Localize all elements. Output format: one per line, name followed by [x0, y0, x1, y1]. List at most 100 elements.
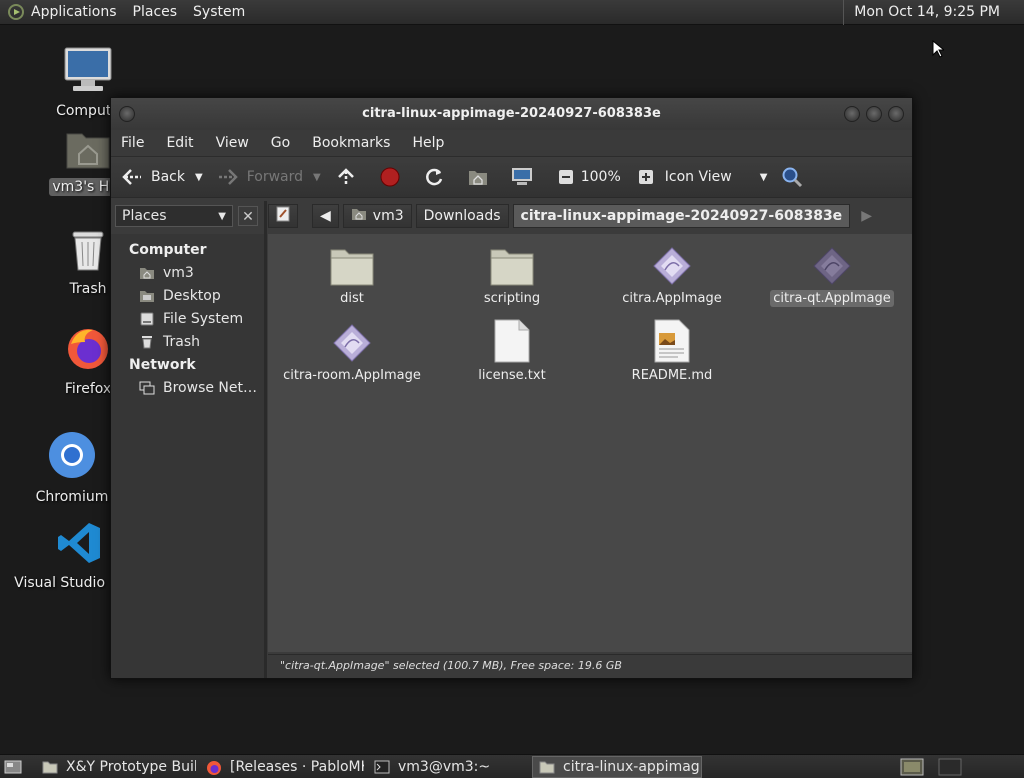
file-name: citra.AppImage	[622, 291, 722, 306]
clock[interactable]: Mon Oct 14, 9:25 PM	[843, 0, 1000, 25]
maximize-button[interactable]	[866, 106, 882, 122]
taskbar-button-firefox[interactable]: [Releases · PabloMK…	[200, 756, 364, 778]
close-button[interactable]	[888, 106, 904, 122]
file-name: citra-room.AppImage	[283, 368, 421, 383]
forward-history-dropdown-icon[interactable]: ▼	[313, 172, 321, 183]
reload-button[interactable]	[423, 166, 453, 188]
home-icon	[351, 207, 367, 225]
firefox-icon	[206, 760, 222, 775]
sidebar-header: Places ▼ ✕	[111, 201, 264, 231]
appimage-icon	[752, 242, 912, 286]
menu-edit[interactable]: Edit	[166, 135, 193, 151]
file-item[interactable]: license.txt	[432, 319, 592, 384]
zoom-level: 100%	[580, 169, 621, 185]
menu-go[interactable]: Go	[271, 135, 290, 151]
path-scroll-left-button[interactable]: ◀	[312, 204, 339, 228]
sidebar-item-vm3[interactable]: vm3	[111, 261, 264, 284]
desktop-icon-chromium[interactable]: Chromium	[22, 430, 122, 506]
sidebar-splitter[interactable]	[264, 201, 267, 678]
mouse-pointer-icon	[932, 39, 946, 62]
folder-icon	[42, 760, 58, 774]
path-segment-label: Downloads	[423, 208, 501, 224]
sidebar-item-label: Browse Net…	[163, 379, 258, 396]
menu-file[interactable]: File	[121, 135, 144, 151]
zoom-out-button[interactable]: 100%	[555, 166, 621, 188]
file-item[interactable]: citra.AppImage	[592, 242, 752, 307]
status-bar: "citra-qt.AppImage" selected (100.7 MB),…	[268, 654, 912, 678]
sidebar-item-trash[interactable]: Trash	[111, 330, 264, 353]
stop-button[interactable]	[379, 166, 409, 188]
chromium-icon	[22, 430, 122, 484]
file-item[interactable]: README.md	[592, 319, 752, 384]
edit-location-icon	[276, 206, 290, 226]
workspace-switcher-inactive[interactable]	[938, 758, 962, 778]
sidebar-item-browse-network[interactable]: Browse Net…	[111, 376, 264, 399]
location-toggle-button[interactable]	[268, 204, 298, 228]
chevron-right-icon: ▶	[861, 208, 872, 224]
zoom-in-icon	[635, 166, 657, 188]
view-mode-select[interactable]: Icon View ▼	[665, 169, 768, 185]
menu-bookmarks[interactable]: Bookmarks	[312, 135, 390, 151]
home-button[interactable]	[467, 166, 497, 188]
sidebar-item-label: vm3	[163, 264, 194, 281]
system-menu-label: System	[193, 4, 246, 20]
forward-button[interactable]: Forward ▼	[217, 166, 321, 188]
places-menu[interactable]: Places	[125, 0, 186, 25]
file-item[interactable]: dist	[272, 242, 432, 307]
computer-button[interactable]	[511, 166, 541, 188]
search-button[interactable]	[781, 166, 811, 188]
file-item[interactable]: citra-room.AppImage	[272, 319, 432, 384]
sidebar-item-file-system[interactable]: File System	[111, 307, 264, 330]
toolbar: Back ▼ Forward ▼ 100% Icon View ▼	[111, 156, 912, 198]
file-item-selected[interactable]: citra-qt.AppImage	[752, 242, 912, 307]
file-manager-window: citra-linux-appimage-20240927-608383e Fi…	[110, 97, 913, 679]
path-segment-vm3[interactable]: vm3	[342, 204, 412, 228]
window-menu-button[interactable]	[119, 106, 135, 122]
system-menu[interactable]: System	[185, 0, 253, 25]
workspace-switcher[interactable]	[900, 758, 924, 778]
computer-icon	[38, 46, 138, 98]
window-title: citra-linux-appimage-20240927-608383e	[362, 106, 661, 121]
file-item[interactable]: scripting	[432, 242, 592, 307]
taskbar-button-file-manager[interactable]: citra-linux-appimag…	[532, 755, 702, 778]
file-name: dist	[340, 291, 364, 306]
back-label: Back	[151, 169, 185, 185]
computer-icon	[511, 166, 533, 188]
zoom-in-button[interactable]	[635, 166, 661, 188]
desktop-icon-label: Chromium	[35, 489, 109, 505]
path-segment-current[interactable]: citra-linux-appimage-20240927-608383e	[512, 204, 851, 228]
taskbar-button-terminal[interactable]: vm3@vm3:~	[368, 756, 528, 778]
applications-menu[interactable]: Applications	[0, 0, 125, 25]
taskbar-button-xy-builds[interactable]: X&Y Prototype Builds	[36, 756, 196, 778]
sidebar-type-select[interactable]: Places ▼	[115, 205, 233, 227]
sidebar-item-desktop[interactable]: Desktop	[111, 284, 264, 307]
taskbar-button-label: citra-linux-appimag…	[563, 758, 702, 775]
window-titlebar[interactable]: citra-linux-appimage-20240927-608383e	[111, 98, 912, 130]
path-segment-label: citra-linux-appimage-20240927-608383e	[520, 208, 843, 224]
zoom-out-icon	[555, 166, 577, 188]
back-button[interactable]: Back ▼	[121, 166, 203, 188]
minimize-button[interactable]	[844, 106, 860, 122]
file-name: scripting	[483, 291, 541, 306]
menu-help[interactable]: Help	[412, 135, 444, 151]
network-icon	[139, 381, 155, 395]
sidebar-close-button[interactable]: ✕	[238, 206, 258, 226]
file-icon-view[interactable]: dist scripting citra.AppImage citra-qt.A…	[268, 234, 912, 652]
show-desktop-icon	[4, 760, 22, 774]
folder-icon	[272, 242, 432, 286]
sidebar-item-label: Desktop	[163, 287, 221, 304]
menu-view[interactable]: View	[216, 135, 249, 151]
taskbar-button-label: vm3@vm3:~	[398, 758, 491, 775]
terminal-icon	[374, 760, 390, 774]
file-name: license.txt	[478, 368, 546, 383]
show-desktop-button[interactable]	[0, 756, 32, 778]
back-history-dropdown-icon[interactable]: ▼	[195, 172, 203, 183]
path-segment-downloads[interactable]: Downloads	[415, 204, 509, 228]
appimage-icon	[272, 319, 432, 363]
path-scroll-right-button[interactable]: ▶	[854, 204, 879, 228]
sidebar-item-label: File System	[163, 310, 244, 327]
view-mode-label: Icon View	[664, 169, 732, 185]
path-segment-label: vm3	[372, 208, 404, 224]
up-button[interactable]	[335, 166, 365, 188]
path-bar: ◀ vm3 Downloads citra-linux-appimage-202…	[268, 203, 912, 229]
